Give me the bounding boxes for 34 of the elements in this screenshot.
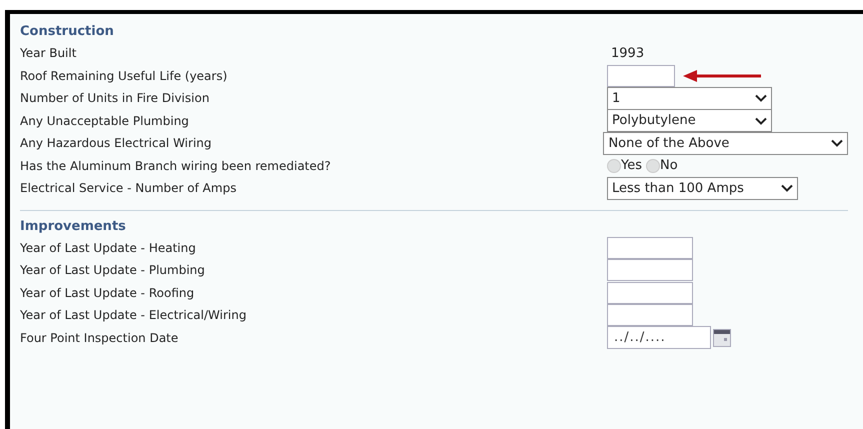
input-field[interactable] [607, 64, 675, 87]
radio-option[interactable]: No [646, 156, 678, 176]
section-heading: Improvements [20, 218, 127, 236]
input-field[interactable] [607, 304, 693, 326]
input-field[interactable] [607, 236, 693, 259]
radio-option[interactable]: Yes [607, 156, 642, 176]
field-label: Year of Last Update - Heating [20, 240, 197, 257]
radio-button[interactable] [646, 158, 660, 173]
input-field[interactable] [607, 282, 693, 304]
field-label: Electrical Service - Number of Amps [20, 180, 238, 198]
year-built-value: 1993 [610, 44, 644, 62]
chevron-down-icon [755, 94, 767, 102]
field-label: Has the Aluminum Branch wiring been remediated? [20, 158, 332, 175]
input-field[interactable] [607, 259, 693, 282]
date-field[interactable]: ../../.... [607, 326, 711, 350]
field-label: Any Hazardous Electrical Wiring [20, 135, 213, 152]
field-label: Year of Last Update - Roofing [20, 284, 196, 302]
select-dropdown[interactable]: Less than 100 Amps [607, 176, 798, 200]
select-dropdown[interactable]: None of the Above [603, 132, 848, 155]
section-heading: Construction [20, 23, 115, 41]
field-label: Four Point Inspection Date [20, 330, 180, 347]
field-label: Year of Last Update - Plumbing [20, 262, 206, 280]
select-dropdown[interactable]: Polybutylene [607, 109, 772, 132]
field-label: Roof Remaining Useful Life (years) [20, 68, 228, 85]
chevron-down-icon [755, 116, 767, 125]
field-label: Year of Last Update - Electrical/Wiring [20, 307, 248, 324]
field-label: Any Unacceptable Plumbing [20, 112, 190, 130]
calendar-icon[interactable] [713, 328, 731, 347]
select-dropdown[interactable]: 1 [607, 86, 772, 110]
radio-button[interactable] [607, 158, 621, 173]
field-label: Number of Units in Fire Division [20, 90, 210, 108]
field-label: Year Built [20, 45, 78, 62]
chevron-down-icon [831, 139, 843, 148]
chevron-down-icon [781, 184, 793, 192]
